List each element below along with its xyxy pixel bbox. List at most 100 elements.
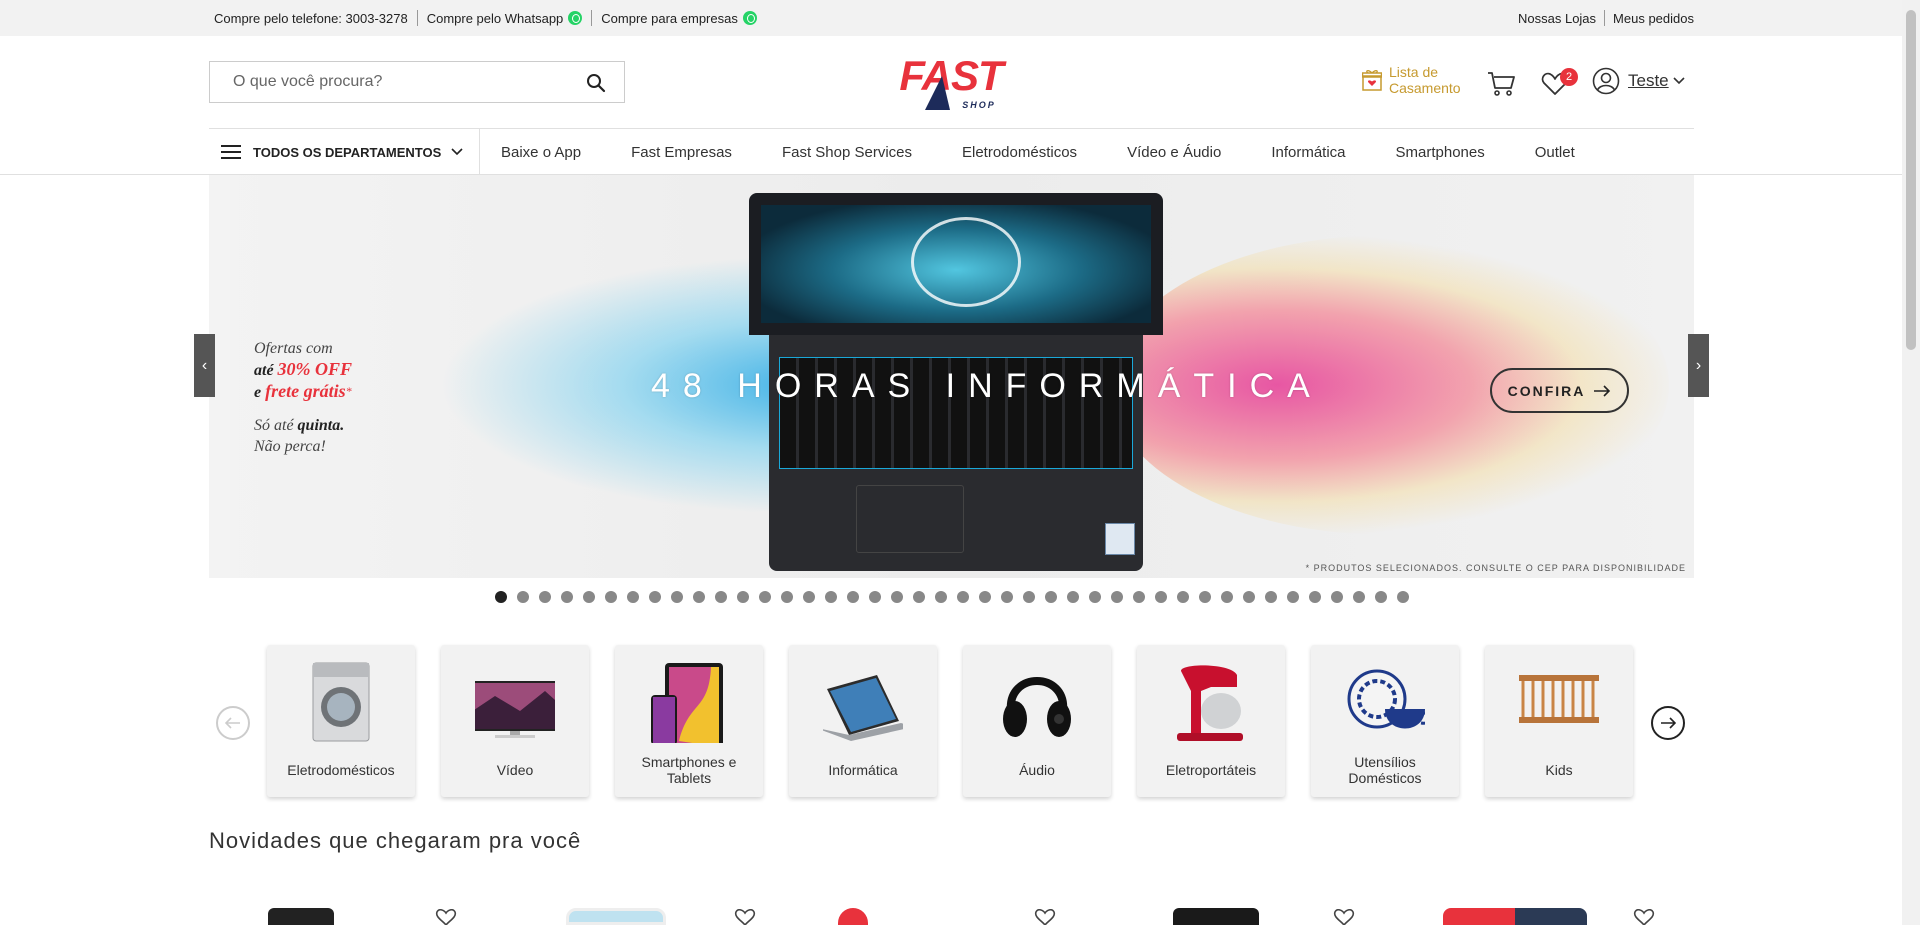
hero-banner[interactable]: 48 HORAS INFORMÁTICA Ofertas com até 30%… [209,175,1694,578]
pagination-dot[interactable] [1111,591,1123,603]
pagination-dot[interactable] [561,591,573,603]
favorite-heart-icon[interactable] [434,909,458,925]
pagination-dot[interactable] [979,591,991,603]
category-label: Smartphones e Tablets [641,754,737,786]
favorite-heart-icon[interactable] [1033,909,1057,925]
offer-text: e [254,384,266,401]
chevron-down-icon [1673,77,1685,85]
category-prev-button[interactable] [216,706,250,740]
my-orders-link[interactable]: Meus pedidos [1613,11,1694,26]
whatsapp-order-link[interactable]: Compre pelo Whatsapp [427,11,564,26]
confira-button[interactable]: CONFIRA [1490,368,1629,413]
category-card[interactable]: Utensílios Domésticos [1311,645,1459,797]
category-card[interactable]: Informática [789,645,937,797]
our-stores-link[interactable]: Nossas Lojas [1518,11,1596,26]
search-icon[interactable] [586,73,606,93]
pagination-dot[interactable] [913,591,925,603]
product-image[interactable] [1443,908,1587,925]
pagination-dot[interactable] [1045,591,1057,603]
pagination-dot[interactable] [583,591,595,603]
pagination-dot[interactable] [825,591,837,603]
category-card[interactable]: Eletrodomésticos [267,645,415,797]
scrollbar-thumb[interactable] [1906,10,1916,350]
product-image[interactable] [1173,908,1259,925]
divider [591,10,593,26]
pagination-dot[interactable] [1001,591,1013,603]
nav-link-outlet[interactable]: Outlet [1535,144,1575,161]
nav-link-smartphones[interactable]: Smartphones [1396,144,1485,161]
category-card[interactable]: Vídeo [441,645,589,797]
pagination-dot[interactable] [605,591,617,603]
offer-line: e frete grátis* [254,381,352,403]
laptop-icon [823,675,903,741]
pagination-dot[interactable] [737,591,749,603]
pagination-dot[interactable] [1287,591,1299,603]
nav-link-informatica[interactable]: Informática [1271,144,1345,161]
pagination-dot[interactable] [693,591,705,603]
product-image[interactable] [566,908,666,925]
favorite-heart-icon[interactable] [1332,909,1356,925]
logo-sub-text: SHOP [962,100,996,110]
wedding-list-link[interactable]: Lista de Casamento [1362,64,1461,96]
cart-icon[interactable] [1487,71,1515,97]
nav-link-app[interactable]: Baixe o App [501,144,581,161]
pagination-dot[interactable] [1243,591,1255,603]
category-card[interactable]: Áudio [963,645,1111,797]
pagination-dot[interactable] [869,591,881,603]
pagination-dot[interactable] [1221,591,1233,603]
favorite-heart-icon[interactable] [733,909,757,925]
offer-text: até [254,362,278,379]
pagination-dot[interactable] [891,591,903,603]
banner-prev-button[interactable]: ‹ [194,334,215,397]
pagination-dot[interactable] [1067,591,1079,603]
pagination-dot[interactable] [935,591,947,603]
fast-shop-logo[interactable]: FAST SHOP [895,52,1007,112]
category-next-button[interactable] [1651,706,1685,740]
pagination-dot[interactable] [649,591,661,603]
pagination-dot[interactable] [1023,591,1035,603]
search-input[interactable] [210,62,580,102]
pagination-dot[interactable] [1309,591,1321,603]
pagination-dot[interactable] [803,591,815,603]
divider [416,10,418,26]
product-image[interactable] [268,908,334,925]
category-card[interactable]: Kids [1485,645,1633,797]
whatsapp-icon [568,11,583,25]
nav-link-services[interactable]: Fast Shop Services [782,144,912,161]
business-order-link[interactable]: Compre para empresas [601,11,738,26]
pagination-dot[interactable] [1177,591,1189,603]
pagination-dot[interactable] [1199,591,1211,603]
pagination-dot[interactable] [1353,591,1365,603]
user-menu[interactable]: Teste [1592,67,1685,95]
pagination-dot[interactable] [495,591,507,603]
pagination-dot[interactable] [957,591,969,603]
pagination-dot[interactable] [627,591,639,603]
pagination-dot[interactable] [671,591,683,603]
nav-link-video-audio[interactable]: Vídeo e Áudio [1127,144,1221,161]
pagination-dot[interactable] [1155,591,1167,603]
nav-link-fast-empresas[interactable]: Fast Empresas [631,144,732,161]
pagination-dot[interactable] [759,591,771,603]
pagination-dot[interactable] [1375,591,1387,603]
pagination-dot[interactable] [847,591,859,603]
product-image[interactable] [838,908,868,925]
category-card[interactable]: Smartphones e Tablets [615,645,763,797]
pagination-dot[interactable] [781,591,793,603]
nav-link-eletrodomesticos[interactable]: Eletrodomésticos [962,144,1077,161]
favorite-heart-icon[interactable] [1632,909,1656,925]
offer-discount: 30% OFF [277,359,353,379]
pagination-dot[interactable] [517,591,529,603]
pagination-dot[interactable] [1089,591,1101,603]
page-scrollbar[interactable] [1902,0,1920,925]
pagination-dot[interactable] [1265,591,1277,603]
pagination-dot[interactable] [539,591,551,603]
pagination-dot[interactable] [1331,591,1343,603]
all-departments-menu[interactable]: TODOS OS DEPARTAMENTOS [209,129,480,175]
pagination-dot[interactable] [715,591,727,603]
phone-order-link[interactable]: Compre pelo telefone: 3003-3278 [214,11,408,26]
banner-next-button[interactable]: › [1688,334,1709,397]
offer-line: Só até quinta. [254,415,352,436]
pagination-dot[interactable] [1133,591,1145,603]
pagination-dot[interactable] [1397,591,1409,603]
category-card[interactable]: Eletroportáteis [1137,645,1285,797]
